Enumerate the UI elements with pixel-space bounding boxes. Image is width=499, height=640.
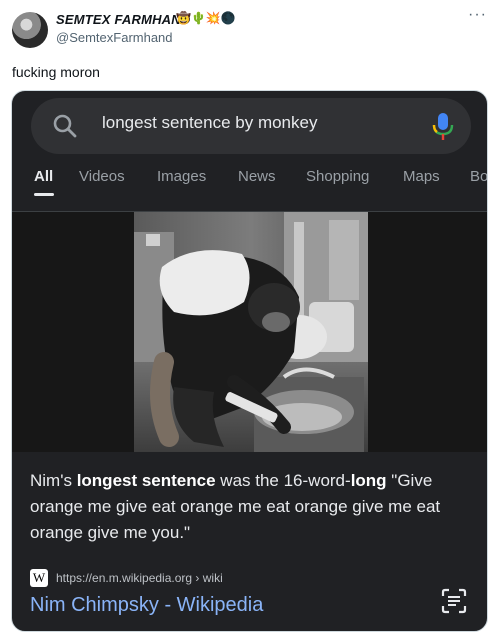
lens-scan-icon[interactable]	[439, 586, 469, 616]
tab-videos[interactable]: Videos	[79, 168, 125, 185]
source-url[interactable]: https://en.m.wikipedia.org › wiki	[56, 571, 223, 585]
search-tabs: All Videos Images News Shopping Maps Bo	[12, 163, 487, 203]
more-options-icon[interactable]: ···	[468, 6, 487, 24]
display-name[interactable]: SEMTEX FARMHAND	[56, 12, 190, 27]
user-handle[interactable]: @SemtexFarmhand	[56, 30, 173, 45]
featured-snippet-text: Nim's longest sentence was the 16-word-l…	[30, 468, 470, 546]
tweet-header: SEMTEX FARMHAND 🤠🌵💥🌑 @SemtexFarmhand ···	[0, 0, 499, 60]
attached-screenshot[interactable]: longest sentence by monkey All Videos Im…	[11, 90, 488, 632]
active-tab-indicator	[34, 193, 54, 196]
microphone-icon[interactable]	[431, 110, 455, 142]
snippet-bold-1: longest sentence	[76, 471, 216, 490]
snippet-bold-2: long	[350, 471, 387, 490]
tab-maps[interactable]: Maps	[403, 168, 440, 185]
tab-all[interactable]: All	[34, 168, 53, 185]
tab-news[interactable]: News	[238, 168, 276, 185]
tab-shopping[interactable]: Shopping	[306, 168, 369, 185]
result-title-link[interactable]: Nim Chimpsky - Wikipedia	[30, 594, 263, 617]
image-panel	[12, 212, 487, 452]
tab-books[interactable]: Bo	[470, 168, 487, 185]
chimpanzee-photo[interactable]	[134, 212, 368, 452]
avatar[interactable]	[12, 12, 48, 48]
search-bar[interactable]: longest sentence by monkey	[31, 98, 471, 154]
snippet-text-2: was the 16-word-	[215, 471, 351, 490]
snippet-text-1: Nim's	[30, 471, 77, 490]
tweet-text: fucking moron	[12, 64, 100, 80]
search-icon	[53, 114, 77, 138]
search-input[interactable]: longest sentence by monkey	[102, 113, 317, 133]
tab-images[interactable]: Images	[157, 168, 206, 185]
name-emojis: 🤠🌵💥🌑	[176, 11, 236, 25]
wikipedia-icon: W	[30, 569, 48, 587]
